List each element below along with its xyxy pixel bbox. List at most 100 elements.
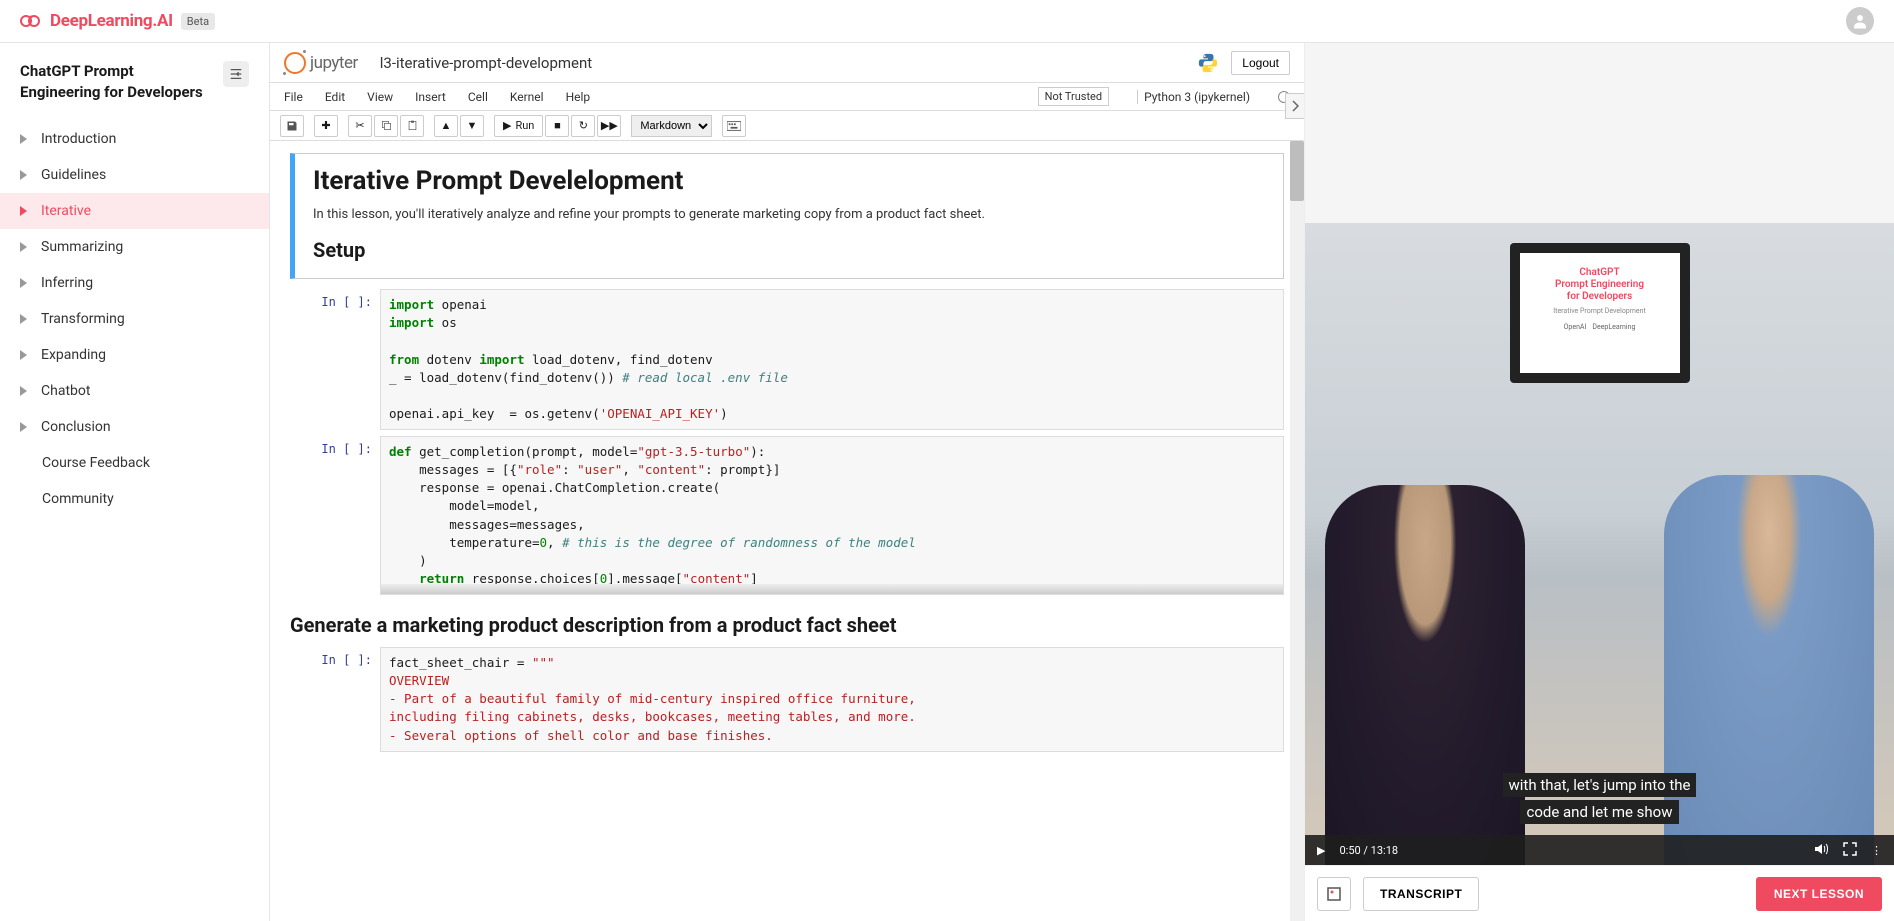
python-icon [1197,52,1219,74]
play-icon [20,242,27,252]
notebook-name[interactable]: l3-iterative-prompt-development [380,54,592,72]
presenter-1 [1325,485,1525,865]
sidebar-item-iterative[interactable]: Iterative [0,193,269,229]
video-monitor-slide: ChatGPT Prompt Engineering for Developer… [1510,243,1690,383]
code-input[interactable]: import openai import os from dotenv impo… [380,289,1284,430]
play-icon [20,422,27,432]
notebook-title: Iterative Prompt Develelopment [313,166,1265,196]
video-player[interactable]: ChatGPT Prompt Engineering for Developer… [1305,223,1894,865]
sidebar-item-transforming[interactable]: Transforming [0,301,269,337]
chevron-right-icon [1291,100,1299,112]
menu-insert[interactable]: Insert [415,90,446,104]
markdown-cell[interactable]: Iterative Prompt Develelopment In this l… [290,153,1284,279]
code-input[interactable]: def get_completion(prompt, model="gpt-3.… [380,436,1284,595]
sidebar-item-label: Expanding [41,347,106,363]
scrollbar-track[interactable] [1290,141,1304,921]
menu-help[interactable]: Help [566,90,591,104]
sidebar-item-introduction[interactable]: Introduction [0,121,269,157]
sidebar-item-course-feedback[interactable]: Course Feedback [0,445,269,481]
logout-button[interactable]: Logout [1231,51,1290,75]
play-icon [20,278,27,288]
video-scene: ChatGPT Prompt Engineering for Developer… [1305,223,1894,865]
paste-icon [407,120,418,131]
sidebar-item-conclusion[interactable]: Conclusion [0,409,269,445]
add-cell-button[interactable]: ✚ [314,115,338,137]
sidebar-collapse-button[interactable] [223,61,249,87]
jupyter-header: jupyter l3-iterative-prompt-development … [270,43,1304,83]
jupyter-toolbar: ✚ ✂ ▲ ▼ ▶ Run ■ ↻ ▶▶ Markdown [270,111,1304,141]
move-down-button[interactable]: ▼ [460,115,484,137]
menu-edit[interactable]: Edit [325,90,345,104]
sidebar-item-label: Chatbot [41,383,90,399]
run-all-button[interactable]: ▶▶ [597,115,621,137]
volume-button[interactable] [1813,841,1829,860]
code-cell[interactable]: In [ ]: def get_completion(prompt, model… [290,436,1284,595]
notebook-description: In this lesson, you'll iteratively analy… [313,206,1265,224]
video-time: 0:50 / 13:18 [1339,844,1398,857]
caption-line: code and let me show [1520,800,1678,824]
more-options-button[interactable]: ⋮ [1871,844,1882,857]
sidebar-item-chatbot[interactable]: Chatbot [0,373,269,409]
sidebar-item-summarizing[interactable]: Summarizing [0,229,269,265]
section-heading: Generate a marketing product description… [290,613,1284,637]
sidebar-item-inferring[interactable]: Inferring [0,265,269,301]
sidebar-item-community[interactable]: Community [0,481,269,517]
menu-file[interactable]: File [284,90,303,104]
video-controls: ▶ 0:50 / 13:18 ⋮ [1305,835,1894,865]
command-palette-button[interactable] [722,115,746,137]
stop-button[interactable]: ■ [545,115,569,137]
run-button[interactable]: ▶ Run [494,115,543,137]
cell-type-select[interactable]: Markdown [631,115,712,137]
sidebar-item-label: Community [42,491,114,507]
sidebar-item-label: Summarizing [41,239,123,255]
code-input[interactable]: fact_sheet_chair = """ OVERVIEW - Part o… [380,647,1284,752]
slide-title: ChatGPT Prompt Engineering for Developer… [1534,267,1666,303]
not-trusted-button[interactable]: Not Trusted [1038,87,1110,106]
save-button[interactable] [280,115,304,137]
transcript-button[interactable]: TRANSCRIPT [1363,877,1479,911]
sidebar-item-label: Guidelines [41,167,106,183]
keyboard-icon [727,121,741,131]
lesson-nav: Introduction Guidelines Iterative Summarizi… [0,121,269,517]
play-button[interactable]: ▶ [1317,844,1325,857]
brand-logo[interactable]: DeepLearning.AI Beta [20,11,215,31]
save-icon [286,120,298,132]
course-sidebar: ChatGPT Prompt Engineering for Developer… [0,43,270,921]
play-icon [20,170,27,180]
cut-button[interactable]: ✂ [348,115,372,137]
video-pane: ChatGPT Prompt Engineering for Developer… [1304,43,1894,921]
fullscreen-button[interactable] [1843,842,1857,859]
sidebar-item-label: Inferring [41,275,93,291]
fullscreen-icon [1843,842,1857,856]
collapse-icon [229,67,243,81]
notebook-body[interactable]: Iterative Prompt Develelopment In this l… [270,141,1304,921]
copy-icon [381,120,392,131]
sidebar-item-label: Iterative [41,203,91,219]
kernel-name[interactable]: Python 3 (ipykernel) [1137,90,1250,104]
menu-view[interactable]: View [367,90,393,104]
restart-button[interactable]: ↻ [571,115,595,137]
scrollbar-thumb[interactable] [1290,141,1304,201]
user-avatar[interactable] [1846,7,1874,35]
beta-badge: Beta [181,13,215,30]
code-cell[interactable]: In [ ]: fact_sheet_chair = """ OVERVIEW … [290,647,1284,752]
menu-cell[interactable]: Cell [468,90,488,104]
menu-kernel[interactable]: Kernel [510,90,544,104]
setup-heading: Setup [313,238,1265,262]
notes-button[interactable] [1317,877,1351,911]
sidebar-item-guidelines[interactable]: Guidelines [0,157,269,193]
paste-button[interactable] [400,115,424,137]
move-up-button[interactable]: ▲ [434,115,458,137]
sidebar-item-expanding[interactable]: Expanding [0,337,269,373]
jupyter-menubar: File Edit View Insert Cell Kernel Help N… [270,83,1304,111]
next-lesson-button[interactable]: NEXT LESSON [1756,877,1882,911]
code-cell[interactable]: In [ ]: import openai import os from dot… [290,289,1284,430]
notebook-pane: jupyter l3-iterative-prompt-development … [270,43,1304,921]
slide-subtitle: Iterative Prompt Development [1534,307,1666,315]
jupyter-logo[interactable]: jupyter [284,52,358,74]
copy-button[interactable] [374,115,398,137]
brand-icon [20,12,42,30]
caption-line: with that, let's jump into the [1503,773,1697,797]
cell-prompt: In [ ]: [290,647,380,752]
expand-panel-button[interactable] [1285,93,1304,119]
